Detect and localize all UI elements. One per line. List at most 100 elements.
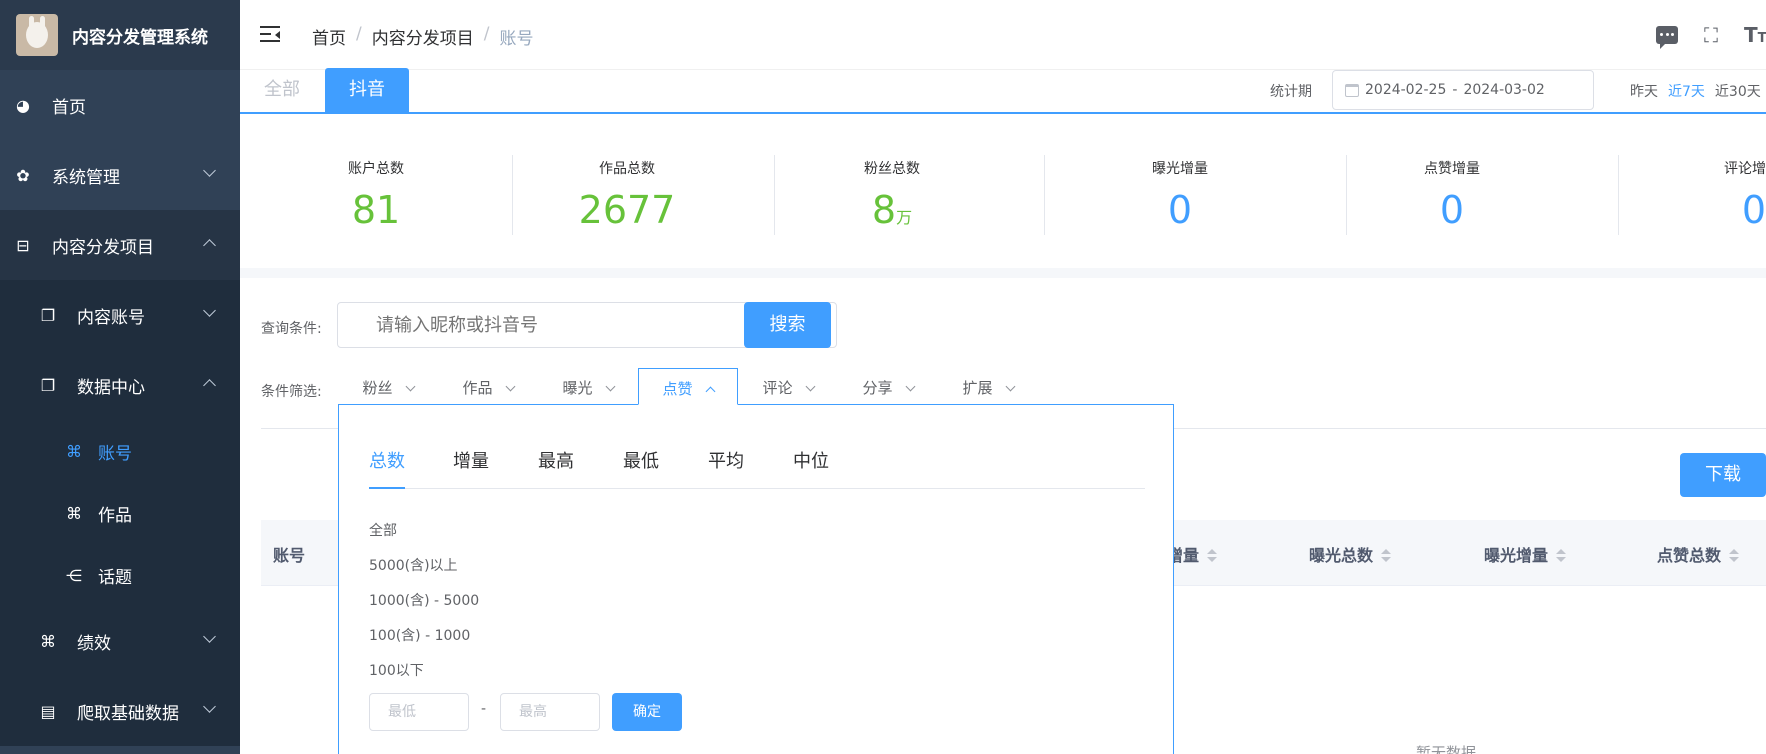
option-all[interactable]: 全部 <box>369 520 397 540</box>
documents-icon: ❐ <box>40 305 56 325</box>
tab-increment[interactable]: 增量 <box>453 447 489 489</box>
breadcrumb-home[interactable]: 首页 <box>312 24 346 49</box>
quick-period-options: 昨天 近7天 近30天 <box>1630 81 1761 101</box>
chevron-down-icon <box>203 304 216 317</box>
query-label: 查询条件: <box>261 321 322 337</box>
download-button[interactable]: 下载 <box>1680 453 1766 497</box>
tab-douyin[interactable]: 抖音 <box>325 68 409 112</box>
message-icon[interactable] <box>1656 26 1678 49</box>
stat-divider <box>1618 155 1619 235</box>
logo-image <box>16 14 58 56</box>
stat-label: 曝光增量 <box>1152 161 1208 177</box>
max-input[interactable]: 最高 <box>500 693 600 731</box>
empty-state-text: 暂无数据 <box>1416 744 1477 754</box>
breadcrumb-separator: / <box>356 24 362 44</box>
sidebar-item-label: 系统管理 <box>52 167 120 188</box>
platform-tabs-bar: 全部 抖音 统计期 2024-02-25 - 2024-03-02 昨天 近7天… <box>240 68 1766 114</box>
filter-works[interactable]: 作品 <box>438 368 538 408</box>
date-range-separator: - <box>1452 82 1458 98</box>
chevron-up-icon <box>203 239 216 252</box>
dashboard-icon: ◕ <box>16 95 30 115</box>
sidebar-item-works[interactable]: ⌘ 作品 <box>0 482 240 544</box>
tab-average[interactable]: 平均 <box>708 447 744 489</box>
sidebar-logo[interactable]: 内容分发管理系统 <box>0 0 240 70</box>
sidebar-item-home[interactable]: ◕ 首页 <box>0 70 240 140</box>
quick-30-days[interactable]: 近30天 <box>1715 81 1761 101</box>
search-button[interactable]: 搜索 <box>744 302 831 348</box>
min-input[interactable]: 最低 <box>369 693 469 731</box>
stat-value: 81 <box>351 188 401 232</box>
stat-value: 0 <box>1439 188 1465 232</box>
sidebar-item-content-account[interactable]: ❐ 内容账号 <box>0 280 240 350</box>
filter-shares[interactable]: 分享 <box>838 368 938 408</box>
breadcrumb-separator: / <box>483 24 490 44</box>
stat-account-total: 账户总数 81 <box>240 150 512 232</box>
chevron-down-icon <box>505 381 515 392</box>
filter-likes[interactable]: 点赞 <box>638 368 738 405</box>
stat-works-total: 作品总数 2677 <box>491 150 763 232</box>
date-start: 2024-02-25 <box>1365 82 1447 98</box>
date-range-picker[interactable]: 2024-02-25 - 2024-03-02 <box>1332 70 1594 110</box>
stat-label: 评论增 <box>1724 161 1766 177</box>
period-label: 统计期 <box>1270 84 1312 100</box>
sort-icon[interactable] <box>1381 549 1392 563</box>
search-box: 搜索 <box>337 302 837 348</box>
stat-comments-increment: 评论增 0 <box>1650 150 1766 232</box>
dropdown-tabs: 总数 增量 最高 最低 平均 中位 <box>369 447 1145 489</box>
chevron-down-icon <box>1005 381 1015 392</box>
tab-all[interactable]: 全部 <box>240 68 324 112</box>
stat-label: 作品总数 <box>599 161 655 177</box>
chevron-down-icon <box>203 164 216 177</box>
sidebar-item-data-center[interactable]: ❐ 数据中心 <box>0 350 240 420</box>
search-input[interactable] <box>338 303 744 347</box>
sort-icon[interactable] <box>1556 549 1567 563</box>
stats-summary: 账户总数 81 作品总数 2677 粉丝总数 8万 曝光增量 0 点赞增量 0 … <box>240 150 1766 240</box>
sort-icon[interactable] <box>1207 549 1218 563</box>
filter-comments[interactable]: 评论 <box>738 368 838 408</box>
stat-value: 0 <box>1741 188 1766 232</box>
breadcrumb-content-project[interactable]: 内容分发项目 <box>372 24 474 49</box>
tab-min[interactable]: 最低 <box>623 447 659 489</box>
option-5000-plus[interactable]: 5000(含)以上 <box>369 555 458 575</box>
breadcrumb: 首页 / 内容分发项目 / 账号 <box>312 24 533 49</box>
column-exposure-increment[interactable]: 曝光增量 <box>1484 542 1567 566</box>
column-increment[interactable]: 增量 <box>1167 542 1218 566</box>
sidebar-item-content-project[interactable]: ⊟ 内容分发项目 <box>0 210 240 280</box>
column-exposure-total[interactable]: 曝光总数 <box>1309 542 1392 566</box>
sidebar-item-performance[interactable]: ⌘ 绩效 <box>0 606 240 676</box>
chevron-down-icon <box>203 700 216 713</box>
sidebar-item-topics[interactable]: ⋲ 话题 <box>0 544 240 606</box>
range-separator: - <box>481 701 487 717</box>
tab-median[interactable]: 中位 <box>793 447 829 489</box>
stat-likes-increment: 点赞增量 0 <box>1316 150 1588 232</box>
confirm-button[interactable]: 确定 <box>612 693 682 731</box>
font-size-icon[interactable]: TT <box>1744 24 1766 46</box>
sidebar-item-label: 数据中心 <box>77 377 145 398</box>
stat-label: 粉丝总数 <box>864 161 920 177</box>
quick-7-days[interactable]: 近7天 <box>1668 81 1705 101</box>
option-under-100[interactable]: 100以下 <box>369 660 424 680</box>
column-likes-total[interactable]: 点赞总数 <box>1657 542 1740 566</box>
filter-fans[interactable]: 粉丝 <box>338 368 438 408</box>
tab-max[interactable]: 最高 <box>538 447 574 489</box>
sidebar-item-crawl-data[interactable]: ▤ 爬取基础数据 <box>0 676 240 746</box>
filter-exposure[interactable]: 曝光 <box>538 368 638 408</box>
documents-icon: ❐ <box>40 375 56 395</box>
tab-total[interactable]: 总数 <box>369 447 405 489</box>
stat-value: 2677 <box>578 188 676 232</box>
hamburger-icon[interactable] <box>260 26 280 44</box>
submenu-content-project: ❐ 内容账号 ❐ 数据中心 ⌘ 账号 ⌘ 作品 ⋲ 话题 ⌘ 绩效 ▤ 爬取基础… <box>0 280 240 746</box>
sidebar-item-account[interactable]: ⌘ 账号 <box>0 420 240 482</box>
stat-fans-total: 粉丝总数 8万 <box>756 150 1028 232</box>
sidebar-item-label: 作品 <box>98 505 132 526</box>
filter-extend[interactable]: 扩展 <box>938 368 1038 408</box>
option-100-1000[interactable]: 100(含) - 1000 <box>369 625 470 645</box>
puzzle-icon: ⌘ <box>66 441 82 461</box>
sort-icon[interactable] <box>1729 549 1740 563</box>
quick-yesterday[interactable]: 昨天 <box>1630 81 1658 101</box>
chevron-down-icon <box>203 630 216 643</box>
app-title: 内容分发管理系统 <box>72 27 208 48</box>
fullscreen-icon[interactable]: ⛶ <box>1700 24 1722 46</box>
option-1000-5000[interactable]: 1000(含) - 5000 <box>369 590 479 610</box>
sidebar-item-system[interactable]: ✿ 系统管理 <box>0 140 240 210</box>
